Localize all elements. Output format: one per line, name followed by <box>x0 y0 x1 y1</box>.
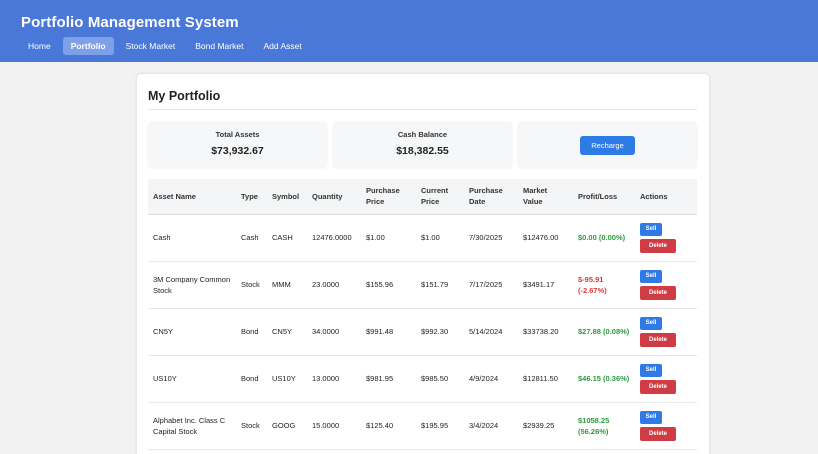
cash-balance-box: Cash Balance $18,382.55 <box>333 122 512 168</box>
portfolio-card: My Portfolio Total Assets $73,932.67 Cas… <box>137 74 709 454</box>
delete-button[interactable]: Delete <box>640 379 676 394</box>
app-header: Portfolio Management System Home Portfol… <box>0 0 818 62</box>
asset-market-value: $3491.17 <box>518 261 573 309</box>
asset-purchase-date: 5/14/2024 <box>464 308 518 356</box>
recharge-button[interactable]: Recharge <box>580 136 635 155</box>
nav-home[interactable]: Home <box>20 37 59 55</box>
asset-type: Bond <box>236 355 267 403</box>
col-type: Type <box>236 179 267 215</box>
portfolio-table: Asset Name Type Symbol Quantity Purchase… <box>148 179 697 450</box>
col-profit-loss: Profit/Loss <box>573 179 635 215</box>
asset-market-value: $33738.20 <box>518 308 573 356</box>
asset-profit-loss: $46.15 (0.36%) <box>573 355 635 403</box>
asset-market-value: $2939.25 <box>518 402 573 450</box>
asset-quantity: 15.0000 <box>307 402 361 450</box>
table-row: Cash Cash CASH 12476.0000 $1.00 $1.00 7/… <box>148 214 697 262</box>
sell-button[interactable]: Sell <box>640 222 662 236</box>
recharge-box: Recharge <box>518 122 697 168</box>
asset-symbol: US10Y <box>267 355 307 403</box>
asset-profit-loss: $1058.25 (56.26%) <box>573 402 635 450</box>
asset-profit-loss: $-95.91 (-2.67%) <box>573 261 635 309</box>
table-row: US10Y Bond US10Y 13.0000 $981.95 $985.50… <box>148 355 697 403</box>
asset-purchase-price: $1.00 <box>361 214 416 262</box>
table-row: CN5Y Bond CN5Y 34.0000 $991.48 $992.30 5… <box>148 308 697 356</box>
delete-button[interactable]: Delete <box>640 332 676 347</box>
asset-name: 3M Company Common Stock <box>148 261 236 309</box>
nav-add-asset[interactable]: Add Asset <box>255 37 309 55</box>
sell-button[interactable]: Sell <box>640 269 662 283</box>
asset-symbol: MMM <box>267 261 307 309</box>
nav-stock-market[interactable]: Stock Market <box>118 37 184 55</box>
col-purchase-date: Purchase Date <box>464 179 518 215</box>
col-purchase-price: Purchase Price <box>361 179 416 215</box>
nav-bond-market[interactable]: Bond Market <box>187 37 251 55</box>
asset-current-price: $151.79 <box>416 261 464 309</box>
asset-current-price: $985.50 <box>416 355 464 403</box>
col-market-value: Market Value <box>518 179 573 215</box>
asset-actions: Sell Delete <box>635 355 697 403</box>
col-current-price: Current Price <box>416 179 464 215</box>
asset-purchase-date: 7/17/2025 <box>464 261 518 309</box>
asset-quantity: 34.0000 <box>307 308 361 356</box>
asset-name: US10Y <box>148 355 236 403</box>
asset-name: Cash <box>148 214 236 262</box>
asset-current-price: $1.00 <box>416 214 464 262</box>
asset-purchase-price: $981.95 <box>361 355 416 403</box>
sell-button[interactable]: Sell <box>640 363 662 377</box>
nav-portfolio[interactable]: Portfolio <box>62 37 114 55</box>
asset-current-price: $992.30 <box>416 308 464 356</box>
asset-type: Stock <box>236 261 267 309</box>
asset-profit-loss: $0.00 (0.00%) <box>573 214 635 262</box>
asset-actions: Sell Delete <box>635 308 697 356</box>
asset-type: Cash <box>236 214 267 262</box>
asset-actions: Sell Delete <box>635 214 697 262</box>
asset-quantity: 12476.0000 <box>307 214 361 262</box>
sell-button[interactable]: Sell <box>640 410 662 424</box>
asset-name: Alphabet Inc. Class C Capital Stock <box>148 402 236 450</box>
asset-quantity: 13.0000 <box>307 355 361 403</box>
asset-type: Stock <box>236 402 267 450</box>
col-quantity: Quantity <box>307 179 361 215</box>
asset-symbol: CASH <box>267 214 307 262</box>
total-assets-value: $73,932.67 <box>211 145 264 157</box>
asset-market-value: $12476.00 <box>518 214 573 262</box>
col-actions: Actions <box>635 179 697 215</box>
asset-purchase-price: $155.96 <box>361 261 416 309</box>
asset-type: Bond <box>236 308 267 356</box>
cash-balance-label: Cash Balance <box>397 130 448 139</box>
table-row: 3M Company Common Stock Stock MMM 23.000… <box>148 261 697 309</box>
divider <box>148 109 697 110</box>
asset-purchase-date: 3/4/2024 <box>464 402 518 450</box>
delete-button[interactable]: Delete <box>640 238 676 253</box>
asset-current-price: $195.95 <box>416 402 464 450</box>
asset-purchase-date: 7/30/2025 <box>464 214 518 262</box>
asset-purchase-price: $125.40 <box>361 402 416 450</box>
asset-actions: Sell Delete <box>635 402 697 450</box>
asset-actions: Sell Delete <box>635 261 697 309</box>
asset-symbol: CN5Y <box>267 308 307 356</box>
col-symbol: Symbol <box>267 179 307 215</box>
sell-button[interactable]: Sell <box>640 316 662 330</box>
main-nav: Home Portfolio Stock Market Bond Market … <box>20 37 314 55</box>
delete-button[interactable]: Delete <box>640 285 676 300</box>
asset-market-value: $12811.50 <box>518 355 573 403</box>
asset-purchase-price: $991.48 <box>361 308 416 356</box>
asset-symbol: GOOG <box>267 402 307 450</box>
total-assets-label: Total Assets <box>215 130 260 139</box>
table-row: Alphabet Inc. Class C Capital Stock Stoc… <box>148 402 697 450</box>
asset-quantity: 23.0000 <box>307 261 361 309</box>
table-header-row: Asset Name Type Symbol Quantity Purchase… <box>148 179 697 215</box>
total-assets-box: Total Assets $73,932.67 <box>148 122 327 168</box>
cash-balance-value: $18,382.55 <box>396 145 449 157</box>
delete-button[interactable]: Delete <box>640 426 676 441</box>
asset-name: CN5Y <box>148 308 236 356</box>
page-title: My Portfolio <box>148 89 221 103</box>
asset-purchase-date: 4/9/2024 <box>464 355 518 403</box>
col-asset-name: Asset Name <box>148 179 236 215</box>
asset-profit-loss: $27.88 (0.08%) <box>573 308 635 356</box>
app-title: Portfolio Management System <box>21 14 239 31</box>
